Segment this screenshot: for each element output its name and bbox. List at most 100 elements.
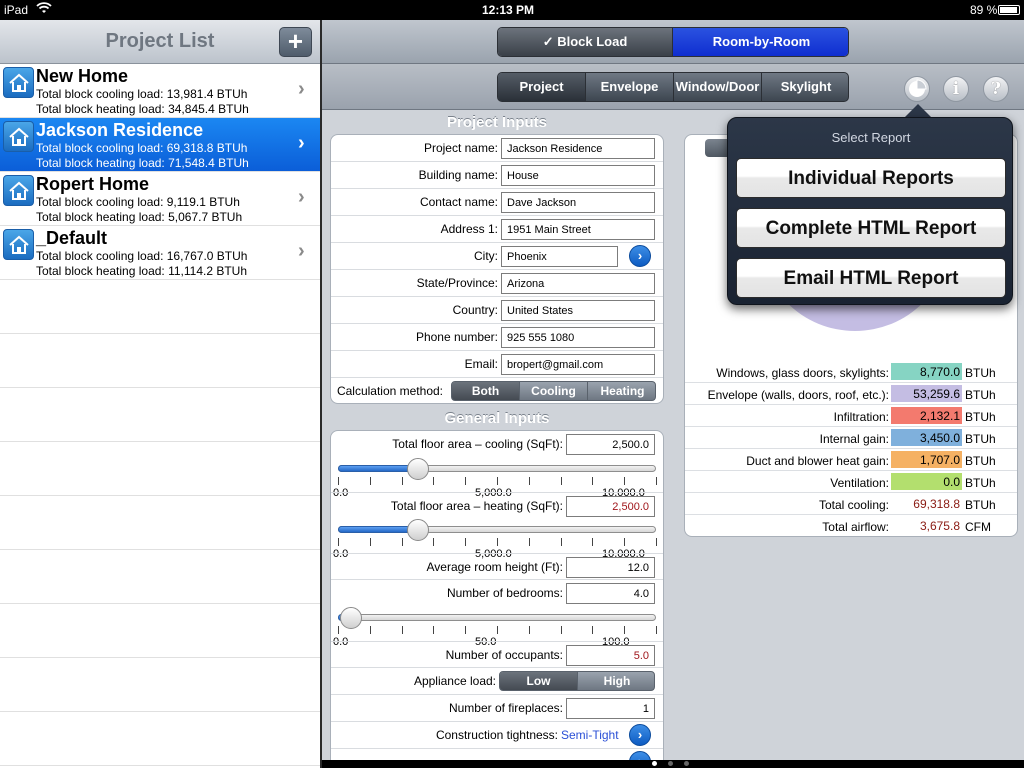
- report-row: Ventilation: 0.0 BTUh: [685, 471, 1017, 493]
- wifi-icon: [36, 1, 52, 18]
- complete-html-report-button[interactable]: Complete HTML Report: [736, 208, 1006, 248]
- field-input[interactable]: bropert@gmail.com: [501, 354, 655, 375]
- slider-tick: [529, 626, 530, 634]
- field-input[interactable]: Jackson Residence: [501, 138, 655, 159]
- slider-fill: [338, 526, 418, 533]
- calc-method-segmented: Both Cooling Heating: [451, 381, 656, 401]
- chevron-right-icon: ›: [298, 78, 305, 100]
- slider-tick: [465, 538, 466, 546]
- project-list-header: Project List +: [0, 20, 320, 64]
- slider-tick: [497, 477, 498, 485]
- house-icon: [3, 229, 34, 260]
- field-label: Phone number:: [415, 330, 498, 344]
- floor-cooling-slider[interactable]: 0.0 5,000.0 10,000.0: [333, 458, 657, 499]
- room-height-field[interactable]: 12.0: [566, 557, 655, 578]
- page-dot: [684, 761, 689, 766]
- house-icon: [3, 175, 34, 206]
- calc-both-segment[interactable]: Both: [452, 382, 520, 400]
- field-input[interactable]: United States: [501, 300, 655, 321]
- tab-window-door[interactable]: Window/Door: [674, 73, 762, 101]
- report-row: Internal gain: 3,450.0 BTUh: [685, 427, 1017, 449]
- tightness-row[interactable]: Construction tightness: Semi-Tight ›: [331, 722, 663, 749]
- pie-chart-icon[interactable]: [904, 76, 930, 102]
- project-row[interactable]: Jackson Residence Total block cooling loa…: [0, 118, 320, 172]
- bedrooms-label: Number of bedrooms:: [446, 586, 563, 600]
- report-row-label: Total cooling:: [818, 498, 889, 512]
- tab-skylight[interactable]: Skylight: [762, 73, 848, 101]
- field-input[interactable]: Phoenix: [501, 246, 618, 267]
- slider-tick: [624, 626, 625, 634]
- appliance-high-segment[interactable]: High: [578, 672, 654, 690]
- report-row-unit: BTUh: [965, 476, 996, 490]
- appliance-low-segment[interactable]: Low: [500, 672, 578, 690]
- slider-thumb[interactable]: [407, 519, 429, 541]
- report-row-value: 3,675.8: [919, 519, 960, 533]
- floor-heating-slider[interactable]: 0.0 5,000.0 10,000.0: [333, 519, 657, 560]
- tightness-label: Construction tightness:: [435, 728, 558, 742]
- fireplaces-field[interactable]: 1: [566, 698, 655, 719]
- project-row[interactable]: New Home Total block cooling load: 13,981…: [0, 64, 320, 118]
- slider-tick: [529, 538, 530, 546]
- project-heating-load: Total block heating load: 11,114.2 BTUh: [36, 264, 248, 278]
- report-row: Total airflow: 3,675.8 CFM: [685, 515, 1017, 536]
- slider-tick: [561, 626, 562, 634]
- calc-method-row: Calculation method: Both Cooling Heating: [331, 378, 663, 403]
- email-html-report-button[interactable]: Email HTML Report: [736, 258, 1006, 298]
- project-field-row: State/Province: Arizona: [331, 270, 663, 297]
- report-row-value: 2,132.1: [891, 407, 962, 424]
- project-inputs-title: Project Inputs: [446, 114, 547, 131]
- appliance-label: Appliance load:: [413, 674, 496, 688]
- project-row[interactable]: Ropert Home Total block cooling load: 9,1…: [0, 172, 320, 226]
- occupants-field[interactable]: 5.0: [566, 645, 655, 666]
- field-input[interactable]: House: [501, 165, 655, 186]
- field-input[interactable]: 1951 Main Street: [501, 219, 655, 240]
- info-icon[interactable]: i: [943, 76, 969, 102]
- report-row-unit: BTUh: [965, 454, 996, 468]
- chevron-right-icon: ›: [298, 186, 305, 208]
- calc-cooling-segment[interactable]: Cooling: [520, 382, 588, 400]
- field-label: City:: [474, 249, 498, 263]
- help-icon[interactable]: ?: [983, 76, 1009, 102]
- individual-reports-button[interactable]: Individual Reports: [736, 158, 1006, 198]
- slider-tick: [529, 477, 530, 485]
- empty-row: [0, 550, 320, 604]
- tab-envelope[interactable]: Envelope: [586, 73, 674, 101]
- bedrooms-field[interactable]: 4.0: [566, 583, 655, 604]
- project-cooling-load: Total block cooling load: 13,981.4 BTUh: [36, 87, 248, 101]
- slider-thumb[interactable]: [340, 607, 362, 629]
- slider-track: [338, 614, 656, 621]
- project-cooling-load: Total block cooling load: 69,318.8 BTUh: [36, 141, 248, 155]
- bedrooms-slider[interactable]: 0.0 50.0 100.0: [333, 607, 657, 648]
- field-input[interactable]: 925 555 1080: [501, 327, 655, 348]
- tab-project[interactable]: Project: [498, 73, 586, 101]
- project-field-row: City: Phoenix ›: [331, 243, 663, 270]
- report-row-label: Internal gain:: [819, 432, 889, 446]
- slider-tick: [433, 538, 434, 546]
- tightness-value: Semi-Tight: [561, 728, 619, 742]
- project-row[interactable]: _Default Total block cooling load: 16,767…: [0, 226, 320, 280]
- add-project-button[interactable]: +: [279, 27, 312, 57]
- field-label: Building name:: [418, 168, 498, 182]
- room-by-room-segment[interactable]: Room-by-Room: [673, 28, 848, 56]
- calc-heating-segment[interactable]: Heating: [588, 382, 655, 400]
- floor-cooling-field[interactable]: 2,500.0: [566, 434, 655, 455]
- calc-method-label: Calculation method:: [336, 384, 443, 398]
- slider-tick: [465, 477, 466, 485]
- detail-header: ✓ Block Load Room-by-Room: [322, 20, 1024, 64]
- project-heating-load: Total block heating load: 71,548.4 BTUh: [36, 156, 249, 170]
- field-input[interactable]: Arizona: [501, 273, 655, 294]
- slider-thumb[interactable]: [407, 458, 429, 480]
- slider-tick: [624, 538, 625, 546]
- slider-tick: [592, 626, 593, 634]
- tightness-disclosure-icon[interactable]: ›: [629, 724, 651, 746]
- project-inputs-card: Project name: Jackson Residence Building n…: [330, 134, 664, 404]
- floor-heating-field[interactable]: 2,500.0: [566, 496, 655, 517]
- slider-tick: [497, 538, 498, 546]
- slider-fill: [338, 465, 418, 472]
- block-load-segment[interactable]: ✓ Block Load: [498, 28, 673, 56]
- city-lookup-icon[interactable]: ›: [629, 245, 651, 267]
- disclosure-icon[interactable]: ›: [629, 751, 651, 760]
- report-row-value: 69,318.8: [913, 497, 960, 511]
- empty-row: [0, 604, 320, 658]
- field-input[interactable]: Dave Jackson: [501, 192, 655, 213]
